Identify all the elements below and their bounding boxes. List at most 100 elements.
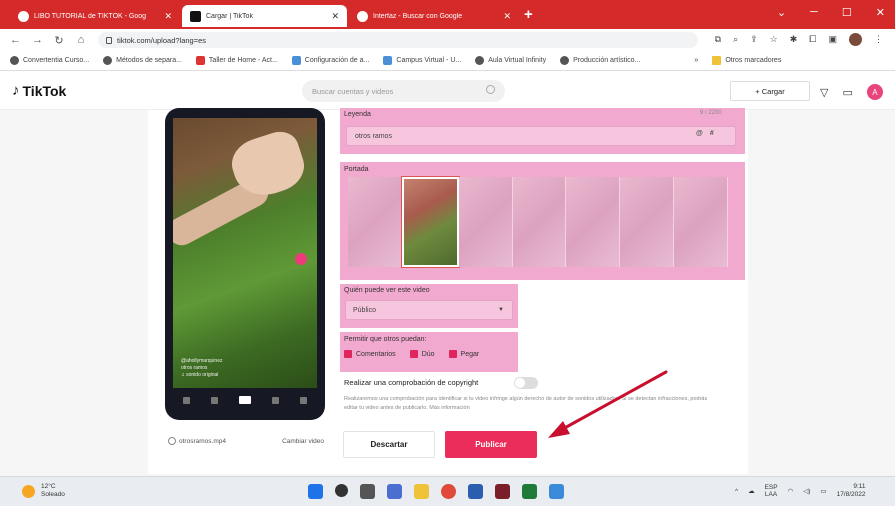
reload-icon[interactable]: ↻ [54, 34, 64, 47]
word-icon[interactable] [468, 484, 483, 499]
discard-button[interactable]: Descartar [343, 431, 435, 458]
tab-close-icon[interactable]: ✕ [503, 11, 511, 22]
chevron-up-icon[interactable]: ^ [735, 488, 738, 495]
back-icon[interactable]: ← [10, 34, 21, 46]
bookmark-item[interactable]: Producción artístico... [560, 56, 640, 65]
grid-icon [291, 56, 301, 65]
onenote-icon[interactable] [495, 484, 510, 499]
install-icon[interactable]: ⧉ [715, 34, 721, 45]
publish-button[interactable]: Publicar [445, 431, 537, 458]
allow-duet-checkbox[interactable]: Dúo [409, 350, 435, 358]
cover-frame[interactable] [620, 177, 675, 267]
close-window-icon[interactable]: ✕ [876, 6, 885, 19]
battery-icon[interactable]: ▭ [820, 487, 826, 495]
home-icon[interactable]: ⌂ [76, 34, 86, 46]
copyright-description: Realizaremos una comprobación para ident… [344, 396, 708, 411]
tab-close-icon[interactable]: ✕ [331, 11, 339, 22]
checkbox-icon [409, 350, 418, 358]
extensions-puzzle-icon[interactable]: ⧠ [809, 34, 816, 45]
chevron-down-icon[interactable]: ⌄ [777, 6, 786, 19]
check-circle-icon [168, 437, 176, 445]
send-icon[interactable]: ▽ [820, 86, 828, 99]
share-icon[interactable]: ⇪ [750, 34, 758, 45]
file-explorer-icon[interactable] [414, 484, 429, 499]
mention-button[interactable]: @ [696, 130, 703, 137]
video-preview[interactable]: @ahollymarquinez otros ramos ♫ sonido or… [173, 118, 317, 388]
search-icon[interactable] [335, 484, 348, 497]
checkbox-icon [344, 350, 352, 358]
bookmark-item[interactable]: Aula Virtual Infinity [475, 56, 546, 65]
cover-frame[interactable] [674, 177, 729, 267]
inbox-icon [271, 396, 279, 404]
cover-frame[interactable] [458, 177, 513, 267]
bookmark-item[interactable]: Campus Virtual - U... [383, 56, 461, 65]
browser-tab[interactable]: LIBO TUTORIAL de TIKTOK - Goog ✕ [10, 5, 180, 27]
browser-tab[interactable]: Interfaz - Buscar con Google ✕ [349, 5, 519, 27]
preview-like-icon [295, 253, 307, 265]
caption-counter: 9 / 2200 [700, 110, 722, 116]
globe-icon [10, 56, 19, 65]
bookmarks-more-button[interactable]: » [694, 57, 698, 64]
bookmark-item[interactable]: Métodos de separa... [103, 56, 182, 65]
profile-avatar[interactable] [849, 33, 862, 46]
inbox-icon[interactable]: ▭ [842, 86, 852, 99]
cover-frame[interactable] [512, 177, 567, 267]
chat-icon[interactable] [387, 484, 402, 499]
forward-icon[interactable]: → [32, 34, 43, 46]
caption-input[interactable]: otros ramos [346, 126, 736, 146]
tab-close-icon[interactable]: ✕ [164, 11, 172, 22]
globe-icon [103, 56, 113, 65]
bookmark-item[interactable]: Taller de Home - Act... [195, 56, 278, 65]
new-tab-button[interactable]: + [524, 6, 533, 23]
user-avatar[interactable]: A [866, 84, 883, 100]
change-video-link[interactable]: Cambiar video [282, 438, 324, 445]
video-file-row: otrosramos.mp4 Cambiar video [168, 432, 324, 450]
checkbox-icon [448, 350, 457, 358]
bookmark-folder[interactable]: Otros marcadores [712, 56, 781, 65]
sidebar-icon[interactable]: ▣ [828, 34, 837, 45]
allow-comments-checkbox[interactable]: Comentarios [344, 350, 396, 358]
star-icon[interactable]: ☆ [770, 34, 778, 45]
search-input[interactable]: Buscar cuentas y videos [302, 80, 505, 102]
wifi-icon[interactable]: ◠ [788, 487, 794, 495]
bookmark-item[interactable]: Configuración de a... [291, 56, 369, 65]
app-icon[interactable] [549, 484, 564, 499]
clock[interactable]: 9:11 17/8/2022 [837, 483, 866, 500]
upload-button[interactable]: + Cargar [730, 81, 810, 101]
onedrive-icon[interactable]: ☁ [748, 487, 755, 495]
windows-start-icon[interactable] [308, 484, 323, 499]
language-indicator[interactable]: ESP LAA [765, 484, 778, 500]
volume-icon[interactable]: ◁) [803, 487, 810, 495]
friends-icon [211, 396, 219, 404]
address-bar[interactable]: tiktok.com/upload?lang=es [98, 32, 698, 48]
weather-temp: 12°C [41, 483, 56, 490]
privacy-label: Quién puede ver este video [344, 287, 430, 294]
task-view-icon[interactable] [360, 484, 375, 499]
browser-tab-active[interactable]: Cargar | TikTok ✕ [182, 5, 347, 27]
window-controls: ⌄ ─ ☐ ✕ [777, 6, 885, 19]
excel-icon[interactable] [522, 484, 537, 499]
privacy-select[interactable]: Público ▼ [345, 300, 513, 320]
caption-label: Leyenda [344, 111, 371, 118]
allow-options: Comentarios Dúo Pegar [344, 350, 479, 358]
copyright-toggle[interactable] [514, 377, 538, 389]
bookmark-item[interactable]: Convertentia Curso... [10, 56, 89, 65]
cover-label: Portada [344, 166, 369, 173]
preview-caption: @ahollymarquinez otros ramos ♫ sonido or… [181, 358, 223, 378]
weather-widget[interactable]: 12°C Soleado [22, 483, 65, 500]
tiktok-logo[interactable]: ♪ TikTok [12, 82, 66, 99]
allow-stitch-checkbox[interactable]: Pegar [448, 350, 479, 358]
extension-icon[interactable]: ✱ [790, 34, 798, 45]
sun-icon [22, 484, 35, 498]
maximize-icon[interactable]: ☐ [842, 6, 852, 19]
zoom-icon[interactable]: ⌕ [733, 34, 738, 45]
chrome-icon[interactable] [441, 484, 456, 499]
cover-frame[interactable] [348, 177, 402, 267]
hashtag-button[interactable]: # [710, 130, 714, 137]
cover-frame-selected[interactable] [401, 177, 459, 267]
cover-frame[interactable] [566, 177, 621, 267]
tiktok-favicon-icon [190, 10, 201, 22]
search-icon[interactable] [486, 85, 495, 94]
minimize-icon[interactable]: ─ [810, 6, 818, 19]
menu-kebab-icon[interactable]: ⋮ [874, 34, 883, 45]
